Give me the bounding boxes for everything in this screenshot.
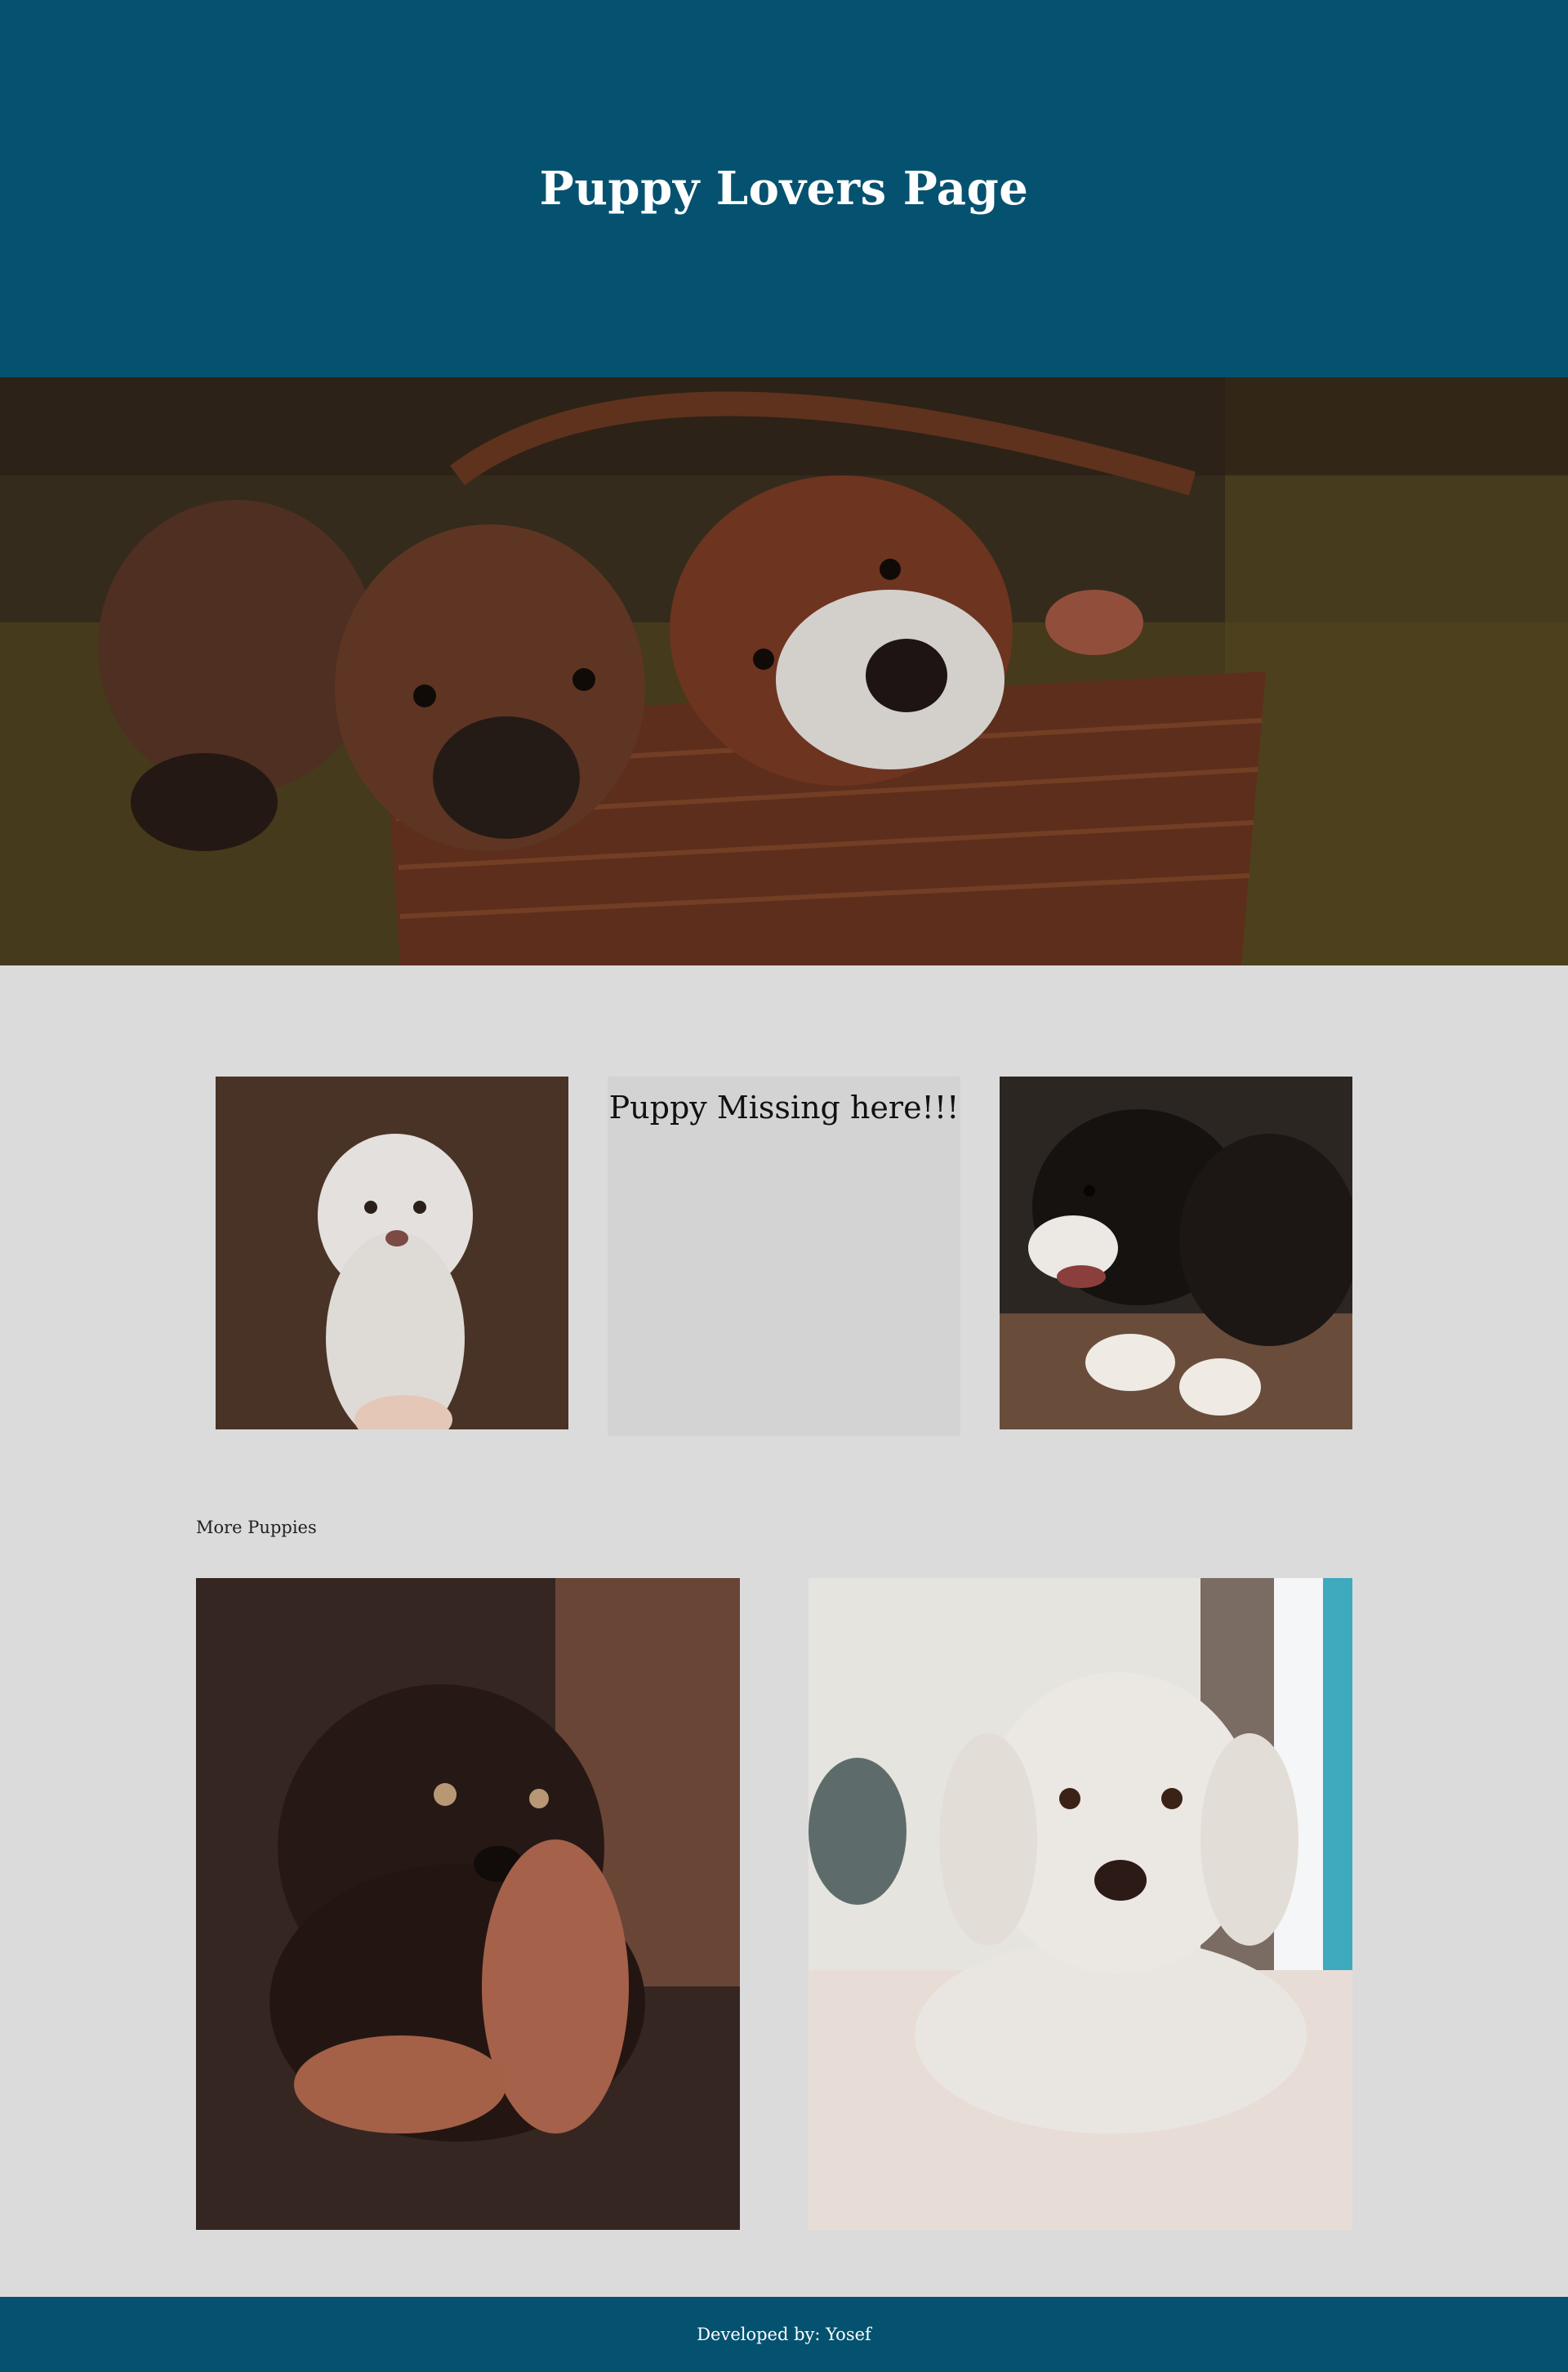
puppy-illustration-5 (808, 1578, 1352, 2230)
developer-credit: Developed by: Yosef (697, 2325, 871, 2344)
puppy-illustration-3 (1000, 1077, 1352, 1429)
puppy-photo-black-tricolor (1000, 1077, 1352, 1429)
missing-puppy-text: Puppy Missing here!!! (608, 1090, 960, 1126)
puppy-photo-dark-spaniel (196, 1578, 740, 2230)
missing-puppy-placeholder: Puppy Missing here!!! (608, 1077, 960, 1436)
hero-image-puppies-in-basket (0, 377, 1568, 965)
hero-illustration (0, 377, 1568, 965)
more-puppies-label: More Puppies (196, 1518, 317, 1537)
page-footer: Developed by: Yosef (0, 2297, 1568, 2372)
page-header: Puppy Lovers Page (0, 0, 1568, 377)
puppy-photo-white-fluffy (216, 1077, 568, 1429)
page-title: Puppy Lovers Page (539, 162, 1029, 216)
puppy-illustration-1 (216, 1077, 568, 1429)
puppy-illustration-4 (196, 1578, 740, 2230)
puppy-photo-white-poodle (808, 1578, 1352, 2230)
